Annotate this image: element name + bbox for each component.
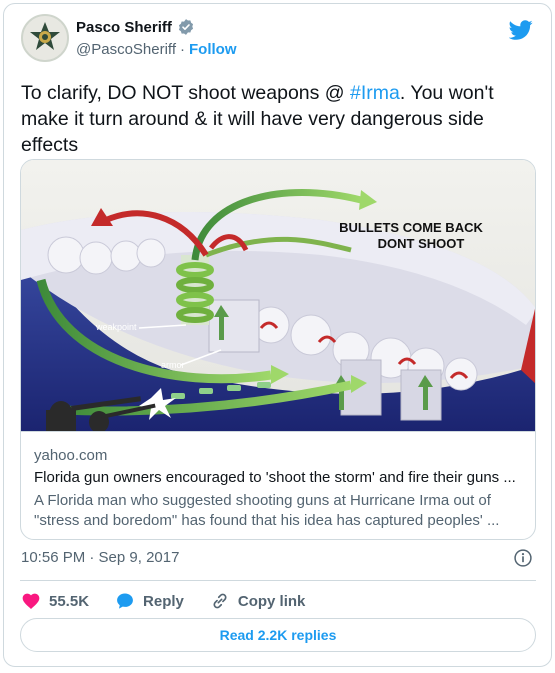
link-icon	[213, 593, 227, 609]
tweet-text: To clarify, DO NOT shoot weapons @ #Irma…	[21, 80, 526, 158]
timestamp-link[interactable]: 10:56 PM · Sep 9, 2017	[21, 549, 179, 566]
info-icon[interactable]	[513, 548, 533, 568]
copy-link-label: Copy link	[237, 592, 306, 610]
verified-badge-icon	[178, 19, 193, 35]
like-count: 55.5K	[49, 592, 90, 610]
reply-label: Reply	[143, 592, 184, 610]
link-title: Florida gun owners encouraged to 'shoot …	[34, 469, 516, 486]
hurricane-diagram-image: BULLETS COME BACK DONT SHOOT weakpoint a…	[21, 160, 535, 431]
image-headline-line2: DONT SHOOT	[378, 236, 465, 251]
author-name[interactable]: Pasco Sheriff	[76, 19, 172, 36]
follow-button[interactable]: Follow	[189, 41, 237, 58]
heart-icon	[22, 593, 40, 609]
image-headline-line1: BULLETS COME BACK	[339, 220, 483, 235]
like-button[interactable]: 55.5K	[21, 591, 89, 611]
tweet-card: Pasco Sheriff @PascoSheriff · Follow To …	[3, 3, 552, 667]
copy-link-button[interactable]: Copy link	[210, 591, 306, 611]
reply-bubble-icon	[117, 593, 133, 609]
link-preview-card[interactable]: BULLETS COME BACK DONT SHOOT weakpoint a…	[20, 159, 536, 540]
read-replies-button[interactable]: Read 2.2K replies	[20, 618, 536, 652]
reply-button[interactable]: Reply	[115, 591, 184, 611]
image-label-armor: armor	[161, 360, 185, 370]
twitter-bird-icon[interactable]	[509, 18, 533, 42]
author-handle[interactable]: @PascoSheriff	[76, 41, 176, 58]
image-label-weakpoint: weakpoint	[95, 322, 137, 332]
action-bar: 55.5K Reply Copy link	[21, 589, 331, 613]
hashtag-link[interactable]: #Irma	[350, 82, 400, 104]
sheriff-badge-icon	[23, 16, 67, 60]
tweet-text-before: To clarify, DO NOT shoot weapons @	[21, 82, 351, 104]
link-domain: yahoo.com	[34, 447, 108, 464]
link-meta: yahoo.com Florida gun owners encouraged …	[21, 431, 535, 539]
handle-separator: ·	[180, 41, 185, 58]
link-description: A Florida man who suggested shooting gun…	[34, 492, 500, 529]
avatar[interactable]	[21, 14, 69, 62]
divider	[20, 580, 536, 581]
